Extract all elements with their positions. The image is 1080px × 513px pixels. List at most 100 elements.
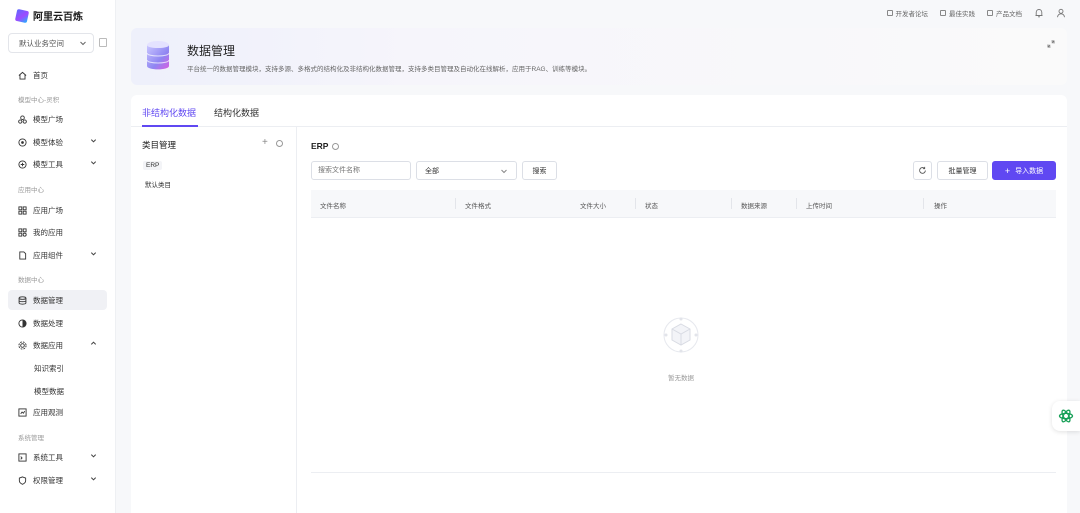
gear-icon (18, 340, 27, 350)
nav-permission-management-label: 权限管理 (33, 475, 63, 485)
tab-structured[interactable]: 结构化数据 (214, 106, 259, 119)
product-docs-link[interactable]: 产品文档 (987, 8, 1022, 18)
app-observation-icon (18, 407, 27, 417)
add-category-icon[interactable]: + (262, 137, 268, 148)
column-data-source: 数据来源 (741, 203, 767, 210)
page-header: 数据管理 平台统一的数据管理模块，支持多源、多格式的结构化及非结构化数据管理，支… (131, 28, 1067, 85)
sidebar: 阿里云百炼 默认业务空间 首页 模型中心-灵积 模型广场 模型体验 模型工具 应… (0, 0, 116, 513)
page-title: 数据管理 (187, 44, 236, 58)
logo[interactable]: 阿里云百炼 (16, 8, 83, 23)
bell-icon[interactable] (1034, 8, 1044, 18)
settings-icon[interactable] (332, 142, 340, 150)
column-divider (796, 198, 797, 209)
column-file-format: 文件格式 (465, 203, 491, 210)
column-divider (731, 198, 732, 209)
nav-app-square[interactable]: 应用广场 (8, 200, 107, 220)
nav-data-management-label: 数据管理 (33, 295, 63, 305)
document-icon[interactable] (99, 38, 107, 47)
system-tools-icon (18, 452, 27, 462)
nav-group-data: 数据中心 (18, 277, 44, 284)
column-status: 状态 (645, 203, 658, 210)
chevron-down-icon (90, 252, 97, 256)
app-square-icon (18, 205, 27, 215)
refresh-icon (919, 166, 926, 174)
nav-data-management[interactable]: 数据管理 (8, 290, 107, 310)
product-docs-label: 产品文档 (996, 11, 1022, 18)
batch-manage-button[interactable]: 批量管理 (937, 161, 988, 180)
nav-permission-management[interactable]: 权限管理 (8, 470, 107, 490)
plus-icon: + (1004, 165, 1011, 176)
chevron-down-icon (90, 161, 97, 165)
forum-icon (886, 10, 893, 16)
dev-forum-link[interactable]: 开发者论坛 (886, 8, 929, 18)
nav-data-application[interactable]: 数据应用 (8, 335, 107, 355)
nav-group-model: 模型中心-灵积 (18, 97, 60, 104)
nav-app-square-label: 应用广场 (33, 205, 63, 215)
nav-model-tools[interactable]: 模型工具 (8, 154, 107, 174)
status-select[interactable]: 全部 (416, 161, 517, 180)
nav-app-components-label: 应用组件 (33, 250, 63, 260)
category-title: 类目管理 (142, 140, 177, 150)
assistant-button[interactable] (1052, 401, 1080, 431)
nav-data-processing[interactable]: 数据处理 (8, 313, 107, 333)
search-button[interactable]: 搜索 (522, 161, 557, 180)
model-square-icon (18, 114, 27, 124)
column-upload-time: 上传时间 (806, 203, 832, 210)
chevron-down-icon (90, 454, 97, 458)
page-description: 平台统一的数据管理模块，支持多源、多格式的结构化及非结构化数据管理，支持多类目管… (187, 66, 592, 73)
import-data-label: 导入数据 (1015, 167, 1044, 175)
chevron-down-icon (501, 169, 507, 173)
import-data-button[interactable]: + 导入数据 (992, 161, 1056, 180)
nav-group-system: 系统管理 (18, 435, 44, 442)
expand-icon[interactable] (1047, 40, 1055, 48)
file-search-input[interactable] (311, 161, 411, 180)
topbar: 开发者论坛 最佳实践 产品文档 (886, 8, 1067, 18)
nav-app-observation[interactable]: 应用观测 (8, 402, 107, 422)
column-divider (455, 198, 456, 209)
user-icon[interactable] (1056, 8, 1066, 18)
nav-home[interactable]: 首页 (8, 65, 107, 85)
refresh-button[interactable] (913, 161, 932, 180)
model-tools-icon (18, 159, 27, 169)
nav-app-components[interactable]: 应用组件 (8, 245, 107, 265)
best-practice-link[interactable]: 最佳实践 (940, 8, 975, 18)
tab-unstructured[interactable]: 非结构化数据 (142, 106, 196, 119)
nav-model-data[interactable]: 模型数据 (34, 386, 64, 397)
database-illustration-icon (146, 41, 170, 70)
table-header: 文件名称 文件格式 文件大小 状态 数据来源 上传时间 操作 (311, 190, 1056, 218)
home-icon (18, 71, 27, 80)
category-settings-icon[interactable] (276, 140, 283, 147)
practice-icon (940, 10, 946, 16)
empty-state-text: 暂无数据 (668, 375, 694, 382)
column-actions: 操作 (934, 203, 947, 210)
content-title: ERP (311, 141, 340, 151)
nav-data-processing-label: 数据处理 (33, 318, 63, 328)
nav-model-square[interactable]: 模型广场 (8, 109, 107, 129)
nav-system-tools-label: 系统工具 (33, 452, 63, 462)
content-area: ERP 全部 搜索 批量管理 + 导入数据 文件名称 文件格式 文件大小 状态 … (311, 127, 1056, 513)
nav-my-apps-label: 我的应用 (33, 227, 63, 237)
nav-knowledge-index[interactable]: 知识索引 (34, 363, 64, 374)
status-select-value: 全部 (425, 167, 439, 175)
chevron-up-icon (90, 341, 97, 345)
nav-model-experience-label: 模型体验 (33, 137, 63, 147)
nav-my-apps[interactable]: 我的应用 (8, 222, 107, 242)
nav-system-tools[interactable]: 系统工具 (8, 447, 107, 467)
category-panel: 类目管理 + ERP 默认类目 (131, 127, 297, 513)
nav-model-experience[interactable]: 模型体验 (8, 132, 107, 152)
assistant-icon (1058, 409, 1074, 423)
nav-home-label: 首页 (33, 70, 48, 80)
docs-icon (987, 10, 993, 16)
category-item-erp[interactable]: ERP (143, 161, 163, 170)
nav-group-app: 应用中心 (18, 187, 44, 194)
chevron-down-icon (80, 41, 86, 46)
content-title-label: ERP (311, 141, 329, 151)
model-experience-icon (18, 137, 27, 147)
column-file-size: 文件大小 (580, 203, 606, 210)
logo-icon (16, 10, 28, 22)
chevron-down-icon (90, 139, 97, 143)
workspace-selector[interactable]: 默认业务空间 (8, 33, 94, 53)
category-item-default[interactable]: 默认类目 (145, 179, 171, 189)
dev-forum-label: 开发者论坛 (895, 11, 929, 18)
main-panel: 非结构化数据 结构化数据 类目管理 + ERP 默认类目 ERP 全部 搜索 批… (131, 95, 1067, 513)
